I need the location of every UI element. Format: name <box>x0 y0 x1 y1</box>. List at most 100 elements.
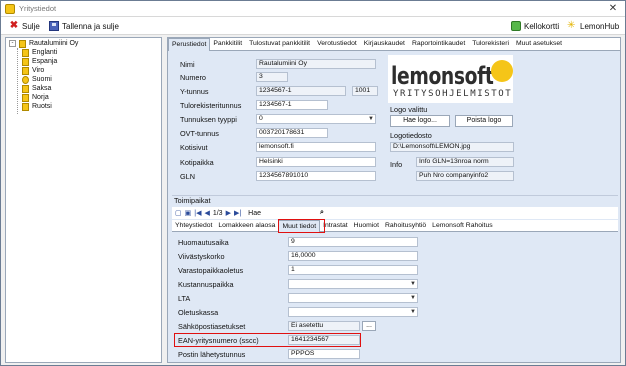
tree-item-saksa[interactable]: Saksa <box>22 84 51 93</box>
floppy-disk-icon <box>49 21 59 31</box>
hae-logo-button[interactable]: Hae logo... <box>390 115 450 127</box>
save-and-close-button[interactable]: Tallenna ja sulje <box>49 20 119 32</box>
tab-muut-asetukset[interactable]: Muut asetukset <box>513 38 566 50</box>
chevron-down-icon: ▼ <box>410 309 416 315</box>
next-record-icon[interactable]: ▶ <box>226 209 231 217</box>
subtab-lemonsoft-rahoitus[interactable]: Lemonsoft Rahoitus <box>429 220 495 231</box>
gln-label: GLN <box>180 172 196 181</box>
main-panel: Perustiedot Pankkitilit Tulostuvat pankk… <box>167 37 621 363</box>
kotipaikka-field[interactable]: Helsinki <box>256 157 376 167</box>
tab-tulorekisteri[interactable]: Tulorekisteri <box>469 38 513 50</box>
tree-item-label: Saksa <box>32 85 52 92</box>
oletuskassa-label: Oletuskassa <box>178 308 219 317</box>
save-and-close-label: Tallenna ja sulje <box>62 21 119 31</box>
sahkopostiasetukset-field[interactable]: Ei asetettu <box>288 321 360 331</box>
tree-item-label: Norja <box>32 94 49 101</box>
lemonhub-button[interactable]: ✳ LemonHub <box>567 20 619 32</box>
binoculars-icon[interactable]: ⌕ <box>320 209 324 217</box>
kotisivut-label: Kotisivut <box>180 143 208 152</box>
tulorekisteritunnus-label: Tulorekisteritunnus <box>180 101 242 110</box>
tree-item-label: Viro <box>32 67 45 74</box>
collapse-icon[interactable]: - <box>9 40 16 47</box>
sahkopostiasetukset-label: Sähköpostiasetukset <box>178 322 246 331</box>
tree-root[interactable]: - Rautalumiini Oy <box>9 39 78 48</box>
ovt-field[interactable]: 003720178631 <box>256 128 328 138</box>
ytunnus-extra-field[interactable]: 1001 <box>352 86 378 96</box>
numero-label: Numero <box>180 73 206 82</box>
gln-field[interactable]: 1234567891010 <box>256 171 376 181</box>
node-icon <box>22 84 29 93</box>
tree-item-viro[interactable]: Viro <box>22 66 44 75</box>
last-record-icon[interactable]: ▶| <box>234 209 241 217</box>
highlight-ean <box>174 333 361 347</box>
company-logo: lemonsoft YRITYSOHJELMISTOT <box>388 55 513 103</box>
tab-tulostuvat-pankkitilit[interactable]: Tulostuvat pankkitilit <box>246 38 314 50</box>
viivastyskorko-field[interactable]: 16,0000 <box>288 251 418 261</box>
save-record-icon[interactable]: ▣ <box>185 209 192 217</box>
tree-item-suomi[interactable]: Suomi <box>22 75 52 84</box>
tunnuksen-tyyppi-value: 0 <box>259 115 263 122</box>
node-icon <box>22 57 29 66</box>
subtab-huomiot[interactable]: Huomiot <box>351 220 382 231</box>
new-record-icon[interactable]: ▢ <box>175 209 182 217</box>
company-tree: - Rautalumiini Oy Englanti Espanja Viro … <box>5 37 162 363</box>
tunnuksen-tyyppi-select[interactable]: 0 ▼ <box>256 114 376 124</box>
tree-item-norja[interactable]: Norja <box>22 93 49 102</box>
lemon-logo-icon <box>491 60 513 82</box>
tab-raportointikaudet[interactable]: Raportointikaudet <box>409 38 469 50</box>
logo-tagline: YRITYSOHJELMISTOT <box>393 89 513 99</box>
subtab-yhteystiedot[interactable]: Yhteystiedot <box>172 220 215 231</box>
tulorekisteritunnus-field[interactable]: 1234567-1 <box>256 100 328 110</box>
record-navigator: ▢ ▣ |◀ ◀ 1/3 ▶ ▶| Hae ⌕ <box>172 207 618 219</box>
prev-record-icon[interactable]: ◀ <box>204 209 209 217</box>
tree-item-label: Englanti <box>32 49 58 56</box>
tree-connector-line <box>17 48 18 114</box>
kustannuspaikka-select[interactable]: ▼ <box>288 279 418 289</box>
tab-verotustiedot[interactable]: Verotustiedot <box>314 38 361 50</box>
logotiedosto-label: Logotiedosto <box>390 131 432 140</box>
tree-item-espanja[interactable]: Espanja <box>22 57 57 66</box>
logotiedosto-field[interactable]: D:\Lemonsoft\LEMON.jpg <box>390 142 514 152</box>
tab-pankkitilit[interactable]: Pankkitilit <box>210 38 246 50</box>
oletuskassa-select[interactable]: ▼ <box>288 307 418 317</box>
tab-perustiedot[interactable]: Perustiedot <box>168 38 211 51</box>
ytunnus-field[interactable]: 1234567-1 <box>256 86 346 96</box>
close-button-label: Sulje <box>22 21 40 31</box>
close-button[interactable]: ✖ Sulje <box>9 20 40 32</box>
tab-kirjauskaudet[interactable]: Kirjauskaudet <box>361 38 409 50</box>
lemon-icon: ✳ <box>567 20 576 31</box>
node-icon <box>22 66 29 75</box>
tree-root-label: Rautalumiini Oy <box>29 40 79 47</box>
tree-item-englanti[interactable]: Englanti <box>22 48 57 57</box>
close-x-icon: ✖ <box>9 20 19 31</box>
toimipaikat-tabs: Yhteystiedot Lomakkeen alaosa Muut tiedo… <box>172 220 618 232</box>
nimi-field[interactable]: Rautalumiini Oy <box>256 59 376 69</box>
logo-wordmark: lemonsoft <box>391 62 494 90</box>
subtab-lomakkeen-alaosa[interactable]: Lomakkeen alaosa <box>215 220 278 231</box>
window: Yritystiedot ✕ ✖ Sulje Tallenna ja sulje… <box>0 0 626 366</box>
huomautusaika-field[interactable]: 9 <box>288 237 418 247</box>
lta-label: LTA <box>178 294 191 303</box>
window-close-button[interactable]: ✕ <box>607 3 619 14</box>
lta-select[interactable]: ▼ <box>288 293 418 303</box>
kotipaikka-label: Kotipaikka <box>180 158 214 167</box>
numero-field[interactable]: 3 <box>256 72 288 82</box>
viivastyskorko-label: Viivästyskorko <box>178 252 225 261</box>
tree-item-ruotsi[interactable]: Ruotsi <box>22 102 52 111</box>
chevron-down-icon: ▼ <box>410 295 416 301</box>
folder-icon <box>19 39 26 48</box>
kotisivut-field[interactable]: lemonsoft.fi <box>256 142 376 152</box>
logo-valittu-label: Logo valittu <box>390 105 428 114</box>
varastopaikkaoletus-field[interactable]: 1 <box>288 265 418 275</box>
poista-logo-button[interactable]: Poista logo <box>455 115 513 127</box>
postin-lahetystunnus-field[interactable]: PPPOS <box>288 349 360 359</box>
tree-item-label: Suomi <box>32 76 52 83</box>
info-field-1[interactable]: Info GLN=13nroa norm <box>416 157 514 167</box>
postin-lahetystunnus-label: Postin lähetystunnus <box>178 350 246 359</box>
ovt-label: OVT-tunnus <box>180 129 219 138</box>
subtab-rahoitusyhtio[interactable]: Rahoitusyhtiö <box>382 220 429 231</box>
kellokortti-button[interactable]: Kellokortti <box>511 20 559 32</box>
info-field-2[interactable]: Puh Nro companyinfo2 <box>416 171 514 181</box>
first-record-icon[interactable]: |◀ <box>194 209 201 217</box>
sahkopostiasetukset-button[interactable]: ... <box>362 321 376 331</box>
